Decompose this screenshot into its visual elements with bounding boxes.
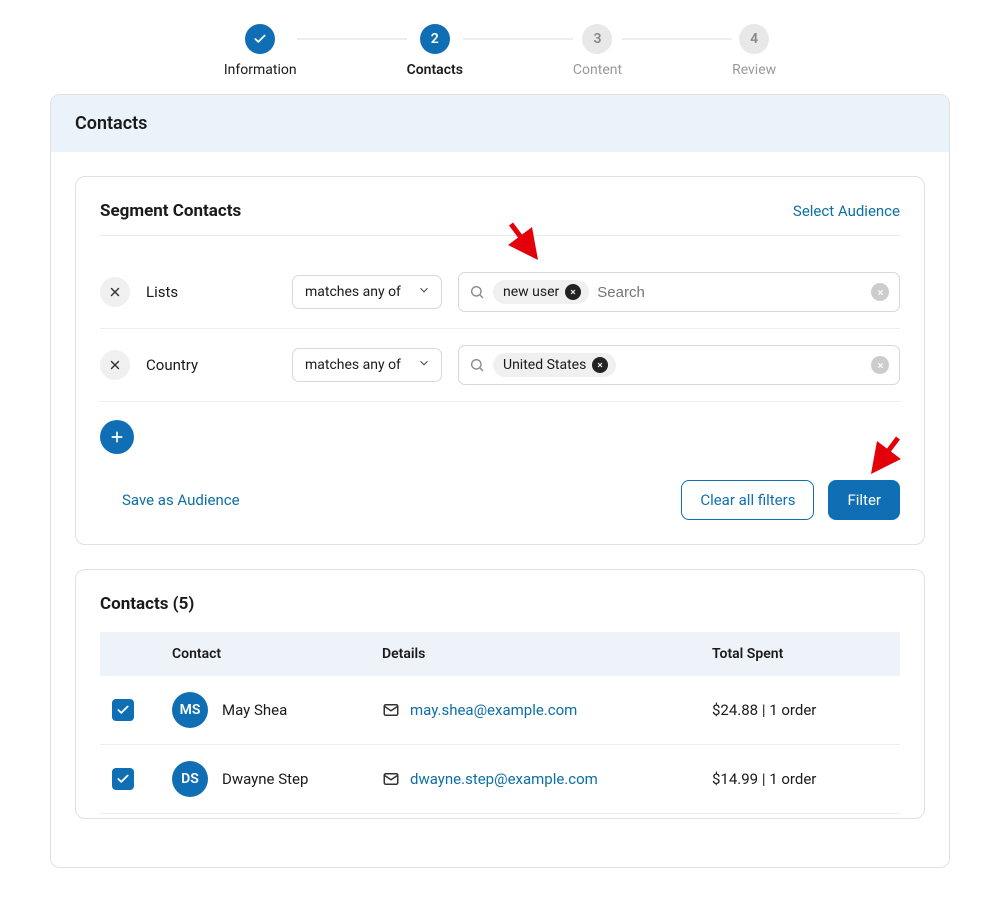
contacts-panel: Contacts Segment Contacts Select Audienc… [50,94,950,868]
clear-input-button[interactable] [871,283,889,301]
progress-stepper: Information 2 Contacts 3 Content 4 Revie… [0,0,1000,94]
table-header-row: Contact Details Total Spent [100,632,900,676]
row-checkbox[interactable] [112,699,134,721]
select-value: matches any of [305,284,401,300]
contacts-table: Contact Details Total Spent [100,632,900,814]
clear-filters-button[interactable]: Clear all filters [681,480,814,520]
filter-value-input[interactable]: new user [458,272,900,312]
envelope-icon [382,701,400,719]
step-number: 3 [582,24,612,54]
search-input[interactable] [597,284,865,301]
x-icon [108,285,122,299]
chevron-down-icon [417,356,431,374]
contact-email[interactable]: may.shea@example.com [410,701,577,719]
x-icon [876,288,885,297]
filter-operator-select[interactable]: matches any of [292,275,442,309]
x-icon [596,361,604,369]
step-connector [297,38,407,40]
step-label: Review [732,62,776,78]
x-icon [876,361,885,370]
contact-name: May Shea [222,701,287,719]
total-spent: $24.88 | 1 order [700,676,900,745]
total-spent: $14.99 | 1 order [700,745,900,814]
step-label: Content [573,62,622,78]
step-contacts[interactable]: 2 Contacts [407,24,463,78]
avatar: MS [172,692,208,728]
step-content[interactable]: 3 Content [573,24,622,78]
filter-field-label: Country [146,356,276,374]
table-row: DS Dwayne Step dwayne.step@example.com $… [100,745,900,814]
remove-tag-button[interactable] [565,284,581,300]
table-row: MS May Shea may.shea@example.com $24.88 … [100,676,900,745]
step-connector [463,38,573,40]
check-icon [116,703,130,717]
col-details: Details [370,632,700,676]
contacts-list-title: Contacts (5) [100,594,900,614]
filter-row-country: Country matches any of United States [100,329,900,402]
search-input[interactable] [624,357,865,374]
step-number: 2 [420,24,450,54]
annotation-arrow-icon [862,434,906,478]
select-audience-link[interactable]: Select Audience [793,202,900,220]
step-information[interactable]: Information [224,24,297,78]
filter-button[interactable]: Filter [828,480,900,520]
chevron-down-icon [417,283,431,301]
clear-input-button[interactable] [871,356,889,374]
remove-filter-button[interactable] [100,277,130,307]
filter-value-input[interactable]: United States [458,345,900,385]
check-icon [116,772,130,786]
step-connector [622,38,732,40]
remove-filter-button[interactable] [100,350,130,380]
remove-tag-button[interactable] [592,357,608,373]
step-label: Contacts [407,62,463,78]
contact-email[interactable]: dwayne.step@example.com [410,770,598,788]
search-icon [469,357,485,373]
panel-header: Contacts [51,95,949,152]
panel-body: Segment Contacts Select Audience Lists m… [51,152,949,867]
step-label: Information [224,62,297,78]
search-icon [469,284,485,300]
filter-operator-select[interactable]: matches any of [292,348,442,382]
x-icon [108,358,122,372]
envelope-icon [382,770,400,788]
select-value: matches any of [305,357,401,373]
tag-label: United States [503,357,586,373]
filter-tag: new user [493,280,589,304]
add-filter-button[interactable] [100,420,134,454]
filter-field-label: Lists [146,283,276,301]
row-checkbox[interactable] [112,768,134,790]
contact-name: Dwayne Step [222,770,308,788]
step-number: 4 [739,24,769,54]
filter-row-lists: Lists matches any of new user [100,256,900,329]
x-icon [569,288,577,296]
col-contact: Contact [160,632,370,676]
step-review[interactable]: 4 Review [732,24,776,78]
avatar: DS [172,761,208,797]
plus-icon [109,429,125,445]
check-icon [245,24,275,54]
save-as-audience-link[interactable]: Save as Audience [122,491,240,509]
col-total-spent: Total Spent [700,632,900,676]
contacts-list-card: Contacts (5) Contact Details Total Spent [75,569,925,819]
segment-card: Segment Contacts Select Audience Lists m… [75,176,925,545]
filter-tag: United States [493,353,616,377]
segment-title: Segment Contacts [100,201,241,221]
tag-label: new user [503,284,559,300]
